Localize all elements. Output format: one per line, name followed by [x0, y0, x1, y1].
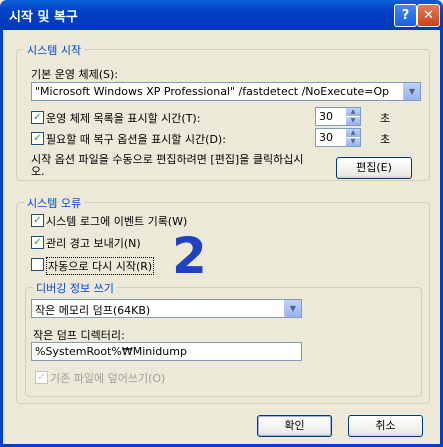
overwrite-label: 기존 파일에 덮어쓰기(O): [50, 372, 166, 385]
default-os-value: "Microsoft Windows XP Professional" /fas…: [35, 85, 390, 98]
edit-hint-text: 시작 옵션 파일을 수동으로 편집하려면 [편집]을 클릭하십시오.: [31, 153, 304, 178]
default-os-label: 기본 운영 체제(S):: [31, 68, 118, 81]
dump-dir-value: %SystemRoot%₩Minidump: [35, 345, 187, 358]
dump-type-value: 작은 메모리 덤프(64KB): [35, 304, 151, 317]
spin-down-icon[interactable]: ▼: [346, 117, 360, 125]
seconds-unit-2: 초: [380, 133, 391, 146]
annotation-number: 2: [172, 227, 207, 285]
show-recovery-label: 필요할 때 복구 옵션을 표시할 시간(D):: [46, 133, 226, 146]
auto-restart-label: 자동으로 다시 시작(R): [46, 257, 155, 275]
auto-restart-checkbox[interactable]: ✓: [31, 258, 44, 271]
write-event-checkbox[interactable]: ✓: [31, 214, 44, 227]
system-failure-legend: 시스템 오류: [24, 195, 85, 211]
show-os-list-value: 30: [319, 110, 333, 123]
show-os-list-label: 운영 체제 목록을 표시할 시간(T):: [46, 112, 201, 125]
cancel-button[interactable]: 취소: [348, 415, 423, 437]
send-alert-label: 관리 경고 보내기(N): [46, 237, 141, 250]
system-startup-legend: 시스템 시작: [24, 42, 85, 58]
show-recovery-value: 30: [319, 131, 333, 144]
spin-up-icon[interactable]: ▲: [346, 129, 360, 137]
help-button[interactable]: ?: [394, 4, 417, 27]
write-event-label: 시스템 로그에 이벤트 기록(W): [46, 215, 188, 228]
window-title: 시작 및 복구: [9, 10, 78, 25]
show-recovery-spinner[interactable]: 30 ▲ ▼: [315, 128, 361, 147]
show-recovery-checkbox[interactable]: ✓: [31, 132, 44, 145]
ok-button[interactable]: 확인: [257, 415, 332, 437]
send-alert-checkbox[interactable]: ✓: [31, 236, 44, 249]
spin-down-icon[interactable]: ▼: [346, 138, 360, 146]
dump-dir-input[interactable]: %SystemRoot%₩Minidump: [31, 342, 302, 361]
chevron-down-icon[interactable]: ▼: [284, 300, 301, 317]
chevron-down-icon[interactable]: ▼: [403, 83, 420, 100]
edit-button[interactable]: 편집(E): [336, 157, 412, 179]
title-bar: 시작 및 복구 ? ✕: [0, 0, 443, 30]
show-os-list-spinner[interactable]: 30 ▲ ▼: [315, 107, 361, 126]
spin-up-icon[interactable]: ▲: [346, 108, 360, 116]
debugging-legend: 디버깅 정보 쓰기: [33, 280, 117, 296]
close-button[interactable]: ✕: [417, 4, 440, 27]
default-os-select[interactable]: "Microsoft Windows XP Professional" /fas…: [31, 82, 421, 101]
overwrite-checkbox[interactable]: ✓: [35, 371, 48, 384]
window-frame-left: [0, 30, 3, 447]
show-os-list-checkbox[interactable]: ✓: [31, 111, 44, 124]
seconds-unit-1: 초: [380, 112, 391, 125]
dump-dir-label: 작은 덤프 디렉터리:: [33, 329, 125, 342]
dump-type-select[interactable]: 작은 메모리 덤프(64KB) ▼: [31, 299, 302, 318]
